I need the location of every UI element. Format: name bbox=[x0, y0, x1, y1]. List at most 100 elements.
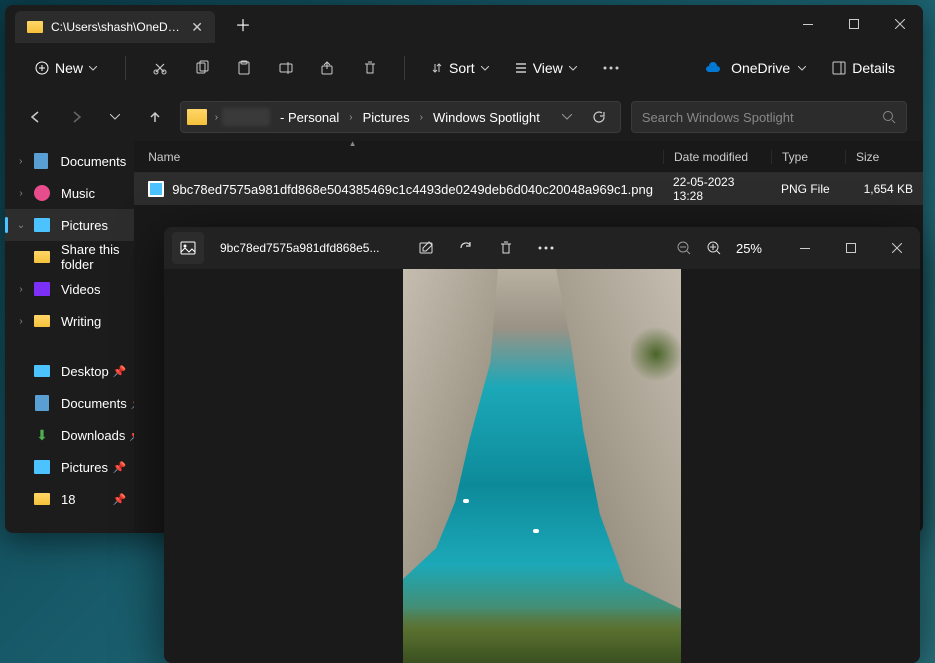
minimize-button[interactable] bbox=[785, 5, 831, 43]
paste-button[interactable] bbox=[226, 50, 262, 86]
chevron-right-icon: › bbox=[13, 156, 28, 167]
delete-button[interactable] bbox=[490, 232, 522, 264]
close-button[interactable] bbox=[874, 229, 920, 267]
sidebar-item-music[interactable]: › Music bbox=[5, 177, 134, 209]
document-icon bbox=[34, 153, 48, 169]
minimize-button[interactable] bbox=[782, 229, 828, 267]
redacted-segment bbox=[222, 108, 270, 126]
sidebar-item-label: Music bbox=[61, 186, 95, 201]
onedrive-button[interactable]: OneDrive bbox=[695, 54, 816, 82]
folder-icon bbox=[34, 493, 50, 505]
column-type[interactable]: Type bbox=[771, 150, 845, 164]
sidebar-item-label: Videos bbox=[61, 282, 101, 297]
sidebar: ›Documents ›Music ⌄Pictures Share this f… bbox=[5, 141, 134, 533]
photos-app-icon[interactable] bbox=[172, 232, 204, 264]
sort-label: Sort bbox=[449, 60, 475, 76]
file-row[interactable]: 9bc78ed7575a981dfd868e504385469c1c4493de… bbox=[134, 173, 923, 205]
up-button[interactable] bbox=[140, 101, 170, 133]
file-size: 1,654 KB bbox=[845, 182, 923, 196]
file-type: PNG File bbox=[771, 182, 845, 196]
search-box[interactable] bbox=[631, 101, 907, 133]
more-button[interactable] bbox=[530, 232, 562, 264]
refresh-button[interactable] bbox=[584, 110, 614, 124]
forward-button[interactable] bbox=[61, 101, 91, 133]
maximize-button[interactable] bbox=[831, 5, 877, 43]
copy-button[interactable] bbox=[184, 50, 220, 86]
rotate-button[interactable] bbox=[450, 232, 482, 264]
new-tab-button[interactable]: ＋ bbox=[235, 12, 251, 36]
zoom-in-button[interactable] bbox=[706, 240, 722, 256]
column-date[interactable]: Date modified bbox=[663, 150, 771, 164]
sidebar-item-writing[interactable]: › Writing bbox=[5, 305, 134, 337]
tab-title: C:\Users\shash\OneDrive\Pictu bbox=[51, 20, 183, 34]
chevron-right-icon: › bbox=[349, 112, 352, 123]
sidebar-item-label: Pictures bbox=[61, 460, 108, 475]
more-button[interactable] bbox=[593, 50, 629, 86]
details-label: Details bbox=[852, 60, 895, 76]
onedrive-label: OneDrive bbox=[731, 60, 790, 76]
sidebar-item-pictures-pinned[interactable]: Pictures📌 bbox=[5, 451, 134, 483]
sidebar-item-label: Share this folder bbox=[61, 242, 126, 272]
pin-icon: 📌 bbox=[113, 493, 127, 506]
delete-button[interactable] bbox=[352, 50, 388, 86]
tab-close-button[interactable]: ✕ bbox=[191, 19, 203, 36]
new-button[interactable]: New bbox=[23, 54, 109, 82]
photo-canvas[interactable] bbox=[164, 269, 920, 663]
column-name[interactable]: Name bbox=[134, 150, 663, 164]
sidebar-item-downloads[interactable]: ⬇Downloads📌 bbox=[5, 419, 134, 451]
music-icon bbox=[34, 185, 50, 201]
sidebar-item-label: Desktop bbox=[61, 364, 109, 379]
chevron-down-icon bbox=[89, 66, 97, 71]
close-button[interactable] bbox=[877, 5, 923, 43]
edit-button[interactable] bbox=[410, 232, 442, 264]
window-tab[interactable]: C:\Users\shash\OneDrive\Pictu ✕ bbox=[15, 11, 215, 43]
sidebar-item-label: Documents bbox=[60, 154, 126, 169]
navigation-row: › - Personal › Pictures › Windows Spotli… bbox=[5, 93, 923, 141]
column-size[interactable]: Size bbox=[845, 150, 923, 164]
sidebar-item-18[interactable]: 18📌 bbox=[5, 483, 134, 515]
chevron-down-icon bbox=[798, 66, 806, 71]
sidebar-item-desktop[interactable]: Desktop📌 bbox=[5, 355, 134, 387]
breadcrumb-segment[interactable]: - Personal bbox=[274, 106, 345, 129]
file-date: 22-05-2023 13:28 bbox=[663, 175, 771, 203]
search-input[interactable] bbox=[642, 110, 882, 125]
sidebar-item-share-folder[interactable]: Share this folder bbox=[5, 241, 134, 273]
chevron-right-icon: › bbox=[13, 188, 29, 199]
toolbar: New Sort View OneDrive Details bbox=[5, 43, 923, 93]
recent-locations-button[interactable] bbox=[100, 101, 130, 133]
sidebar-item-documents[interactable]: › Documents bbox=[5, 145, 134, 177]
sort-icon bbox=[431, 62, 443, 74]
view-dropdown[interactable]: View bbox=[505, 54, 587, 82]
sidebar-item-label: Writing bbox=[61, 314, 101, 329]
sidebar-item-pictures[interactable]: ⌄Pictures bbox=[5, 209, 134, 241]
chevron-right-icon: › bbox=[420, 112, 423, 123]
zoom-level: 25% bbox=[736, 241, 762, 256]
chevron-down-icon bbox=[481, 66, 489, 71]
view-icon bbox=[515, 62, 527, 74]
new-label: New bbox=[55, 60, 83, 76]
sort-dropdown[interactable]: Sort bbox=[421, 54, 499, 82]
details-button[interactable]: Details bbox=[822, 54, 905, 82]
pictures-icon bbox=[34, 218, 50, 232]
back-button[interactable] bbox=[21, 101, 51, 133]
download-icon: ⬇ bbox=[33, 426, 51, 444]
zoom-out-button[interactable] bbox=[676, 240, 692, 256]
breadcrumb-segment[interactable]: Pictures bbox=[357, 106, 416, 129]
cut-button[interactable] bbox=[142, 50, 178, 86]
chevron-right-icon: › bbox=[13, 284, 29, 295]
maximize-button[interactable] bbox=[828, 229, 874, 267]
column-header: ▲ Name Date modified Type Size bbox=[134, 141, 923, 173]
sidebar-item-documents-pinned[interactable]: Documents📌 bbox=[5, 387, 134, 419]
rename-button[interactable] bbox=[268, 50, 304, 86]
chevron-down-icon bbox=[569, 66, 577, 71]
chevron-right-icon: › bbox=[13, 316, 29, 327]
sidebar-item-videos[interactable]: › Videos bbox=[5, 273, 134, 305]
png-file-icon bbox=[148, 181, 164, 197]
breadcrumb-segment[interactable]: Windows Spotlight bbox=[427, 106, 546, 129]
address-bar[interactable]: › - Personal › Pictures › Windows Spotli… bbox=[180, 101, 621, 133]
folder-icon bbox=[34, 251, 50, 263]
share-button[interactable] bbox=[310, 50, 346, 86]
address-dropdown-button[interactable] bbox=[554, 114, 580, 120]
chevron-down-icon: ⌄ bbox=[13, 220, 29, 231]
plus-circle-icon bbox=[35, 61, 49, 75]
